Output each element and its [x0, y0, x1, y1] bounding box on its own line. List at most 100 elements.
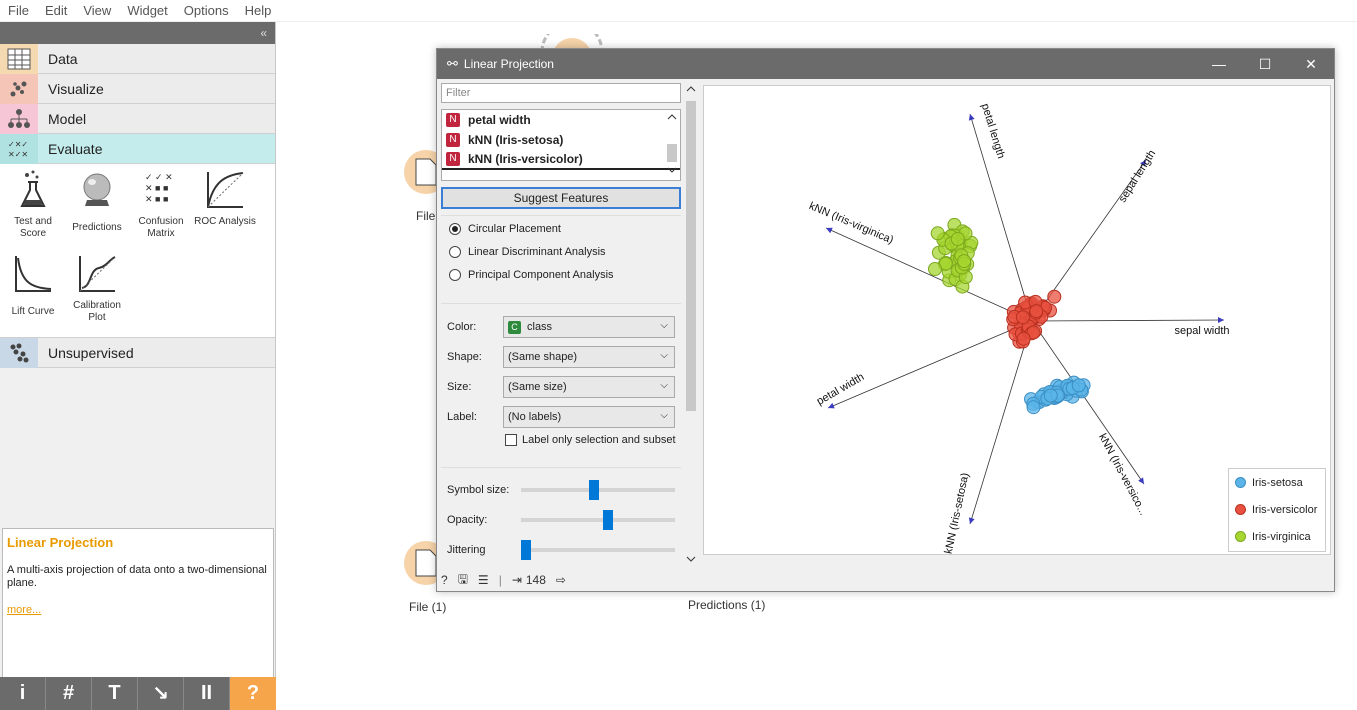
close-button[interactable]: ✕ [1288, 56, 1334, 73]
pause-button[interactable]: II [184, 677, 230, 710]
arrow-annotation-button[interactable]: ↘ [138, 677, 184, 710]
axis-line[interactable] [827, 320, 1033, 409]
legend-label: Iris-setosa [1252, 476, 1303, 489]
feature-list[interactable]: Npetal width NkNN (Iris-setosa) NkNN (Ir… [441, 109, 681, 181]
widget-calibration-plot[interactable]: Calibration Plot [65, 254, 129, 324]
placement-group: Circular Placement Linear Discriminant A… [441, 215, 681, 289]
help-button[interactable]: ? [230, 677, 276, 710]
tree-icon [0, 103, 38, 134]
help-icon[interactable]: ? [441, 573, 448, 587]
radio-pca[interactable]: Principal Component Analysis [441, 264, 681, 285]
color-value: class [527, 321, 553, 333]
label-select[interactable]: (No labels) ⌵ [503, 406, 675, 428]
control-scrollbar[interactable] [685, 83, 697, 569]
radio-circular-placement[interactable]: Circular Placement [441, 218, 681, 239]
axis-label: petal length [979, 102, 1007, 160]
list-item[interactable]: NkNN (Iris-versicolor) [442, 150, 680, 170]
radio-lda[interactable]: Linear Discriminant Analysis [441, 241, 681, 262]
widget-label: Lift Curve [11, 306, 55, 317]
save-icon[interactable]: 🖫 [458, 570, 468, 591]
legend-item: Iris-versicolor [1229, 496, 1325, 523]
suggest-features-button[interactable]: Suggest Features [441, 187, 681, 209]
axis-line[interactable] [825, 227, 1033, 322]
predictions-1-node-label: Predictions (1) [688, 598, 766, 612]
projection-plot[interactable]: petal length sepal length kNN (Iris-virgin… [703, 85, 1331, 555]
shape-select[interactable]: (Same shape) ⌵ [503, 346, 675, 368]
slider-thumb[interactable] [521, 540, 531, 560]
shape-value: (Same shape) [508, 351, 578, 363]
separator: | [498, 573, 502, 587]
text-annotation-button[interactable]: T [92, 677, 138, 710]
category-unsupervised[interactable]: Unsupervised [0, 337, 275, 368]
minimize-button[interactable]: — [1196, 56, 1242, 72]
data-point[interactable] [1016, 331, 1031, 346]
data-point[interactable] [1026, 400, 1041, 415]
size-row: Size: (Same size) ⌵ [447, 376, 675, 398]
chevron-down-icon: ⌵ [660, 380, 668, 391]
data-point[interactable] [1015, 310, 1030, 325]
grid-button[interactable]: # [46, 677, 92, 710]
size-select[interactable]: (Same size) ⌵ [503, 376, 675, 398]
legend-swatch [1235, 531, 1246, 542]
color-select[interactable]: Cclass ⌵ [503, 316, 675, 338]
data-point[interactable] [957, 254, 972, 269]
menu-help[interactable]: Help [237, 3, 280, 18]
more-link[interactable]: more... [7, 604, 269, 616]
info-button[interactable]: i [0, 677, 46, 710]
opacity-slider[interactable] [521, 510, 675, 530]
menu-widget[interactable]: Widget [119, 3, 175, 18]
category-data[interactable]: Data [0, 43, 275, 74]
menu-options[interactable]: Options [176, 3, 237, 18]
list-scrollbar[interactable] [664, 110, 680, 180]
toolbox-collapse-button[interactable]: « [0, 22, 275, 44]
data-point[interactable] [928, 262, 942, 276]
input-icon: ⇥ [511, 573, 522, 587]
menu-file[interactable]: File [0, 3, 37, 18]
maximize-button[interactable]: ☐ [1242, 56, 1288, 73]
feature-label: petal width [468, 113, 531, 127]
data-point[interactable] [1047, 289, 1062, 304]
axis-arrowhead [1138, 477, 1144, 484]
chevron-down-icon: ⌵ [660, 320, 668, 331]
menu-edit[interactable]: Edit [37, 3, 75, 18]
axis-line[interactable] [969, 320, 1033, 525]
list-item[interactable]: Npetal width [442, 110, 680, 130]
widget-confusion-matrix[interactable]: ✓ ✓ ✕ ✕ ■ ■ ✕ ■ ■ Confusion Matrix [129, 170, 193, 240]
category-visualize[interactable]: Visualize [0, 73, 275, 104]
category-model[interactable]: Model [0, 103, 275, 134]
widget-lift-curve[interactable]: Lift Curve [1, 254, 65, 318]
widget-predictions[interactable]: Predictions [65, 170, 129, 234]
crystal-ball-icon [77, 170, 117, 210]
radio-label: Linear Discriminant Analysis [468, 245, 606, 258]
axis-line[interactable] [1031, 319, 1225, 322]
category-evaluate[interactable]: ✓✕✓ ✕✓✕ Evaluate [0, 133, 275, 164]
data-point[interactable] [1029, 304, 1044, 319]
size-value: (Same size) [508, 381, 567, 393]
axis-label: sepal width [1174, 325, 1229, 337]
slider-thumb[interactable] [603, 510, 614, 530]
label-only-selection-checkbox[interactable]: Label only selection and subset [505, 434, 676, 446]
slider-label: Opacity: [447, 514, 488, 526]
jittering-slider[interactable] [521, 540, 675, 560]
category-label: Data [48, 50, 78, 67]
clusters-icon [0, 337, 38, 368]
data-point[interactable] [950, 232, 965, 246]
list-item[interactable]: NkNN (Iris-setosa) [442, 130, 680, 150]
label-label: Label: [447, 411, 477, 423]
slider-thumb[interactable] [588, 480, 599, 500]
widget-test-and-score[interactable]: Test and Score [1, 170, 65, 240]
data-point[interactable] [1043, 388, 1058, 403]
feature-label: kNN (Iris-setosa) [468, 133, 564, 147]
color-label: Color: [447, 321, 477, 333]
menu-view[interactable]: View [75, 3, 119, 18]
window-app-icon: ⚯ [447, 56, 458, 71]
widget-roc-analysis[interactable]: ROC Analysis [193, 170, 257, 228]
shape-label: Shape: [447, 351, 482, 363]
numeric-icon: N [446, 133, 460, 147]
data-point[interactable] [1071, 378, 1086, 393]
label-value: (No labels) [508, 411, 562, 423]
filter-input[interactable]: Filter [441, 83, 681, 103]
data-point[interactable] [930, 226, 945, 241]
report-icon[interactable]: ☰ [478, 573, 489, 587]
symbol-size-slider[interactable] [521, 480, 675, 500]
